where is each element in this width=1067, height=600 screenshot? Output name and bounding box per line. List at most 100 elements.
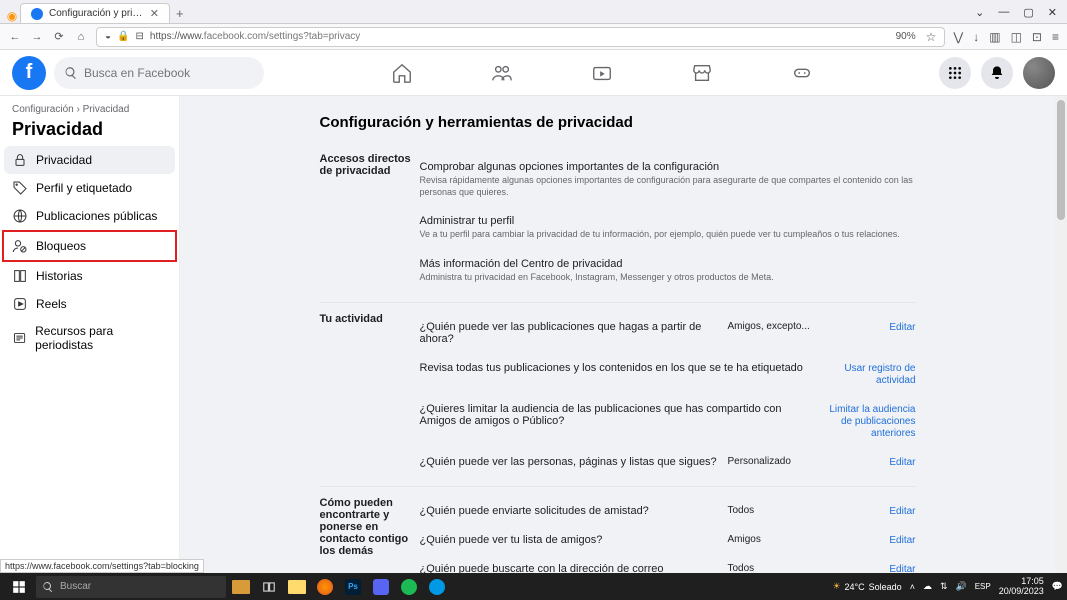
account-avatar[interactable] (1023, 57, 1055, 89)
setting-row[interactable]: Más información del Centro de privacidad… (420, 250, 916, 292)
taskbar-clock[interactable]: 17:05 20/09/2023 (999, 577, 1044, 597)
menu-grid-button[interactable] (939, 57, 971, 89)
row-action-link[interactable]: Editar (889, 564, 915, 573)
sidebar-item-periodistas[interactable]: Recursos para periodistas (4, 318, 175, 358)
address-bar[interactable]: ◒ 🔒 ⊟ https://www.https://www.facebook.c… (96, 27, 945, 47)
sidebar-item-publicaciones[interactable]: Publicaciones públicas (4, 202, 175, 230)
taskbar-taskview-icon[interactable] (256, 574, 282, 599)
sidebar-item-label: Privacidad (36, 153, 92, 167)
pocket-icon[interactable]: ⋁ (953, 30, 963, 44)
reload-button[interactable]: ⟳ (52, 30, 66, 43)
row-action-link[interactable]: Limitar la audiencia de publicaciones an… (829, 404, 915, 439)
scrollbar[interactable] (1055, 96, 1067, 573)
taskbar-firefox-icon[interactable] (312, 574, 338, 599)
row-title: Administrar tu perfil (420, 215, 916, 227)
sidebar-item-bloqueos[interactable]: Bloqueos (2, 230, 177, 262)
account-icon[interactable]: ⊡ (1032, 30, 1042, 44)
setting-row[interactable]: ¿Quieres limitar la audiencia de las pub… (420, 395, 916, 448)
scroll-thumb[interactable] (1057, 100, 1065, 220)
setting-row[interactable]: Administrar tu perfil Ve a tu perfil para… (420, 207, 916, 250)
chevron-down-icon[interactable]: ⌄ (975, 6, 984, 19)
setting-row[interactable]: ¿Quién puede enviarte solicitudes de ami… (420, 497, 916, 526)
nav-friends[interactable] (482, 53, 522, 93)
setting-row[interactable]: ¿Quién puede ver tu lista de amigos?Amig… (420, 526, 916, 555)
row-value: Todos (728, 505, 818, 516)
search-input[interactable] (84, 66, 254, 80)
row-action-link[interactable]: Editar (889, 322, 915, 333)
home-button[interactable]: ⌂ (74, 31, 88, 43)
taskbar-photoshop-icon[interactable]: Ps (340, 574, 366, 599)
row-subtitle: Ve a tu perfil para cambiar la privacida… (420, 229, 916, 241)
row-value: Personalizado (728, 456, 818, 467)
browser-tab[interactable]: Configuración y privacidad | F ✕ (20, 3, 170, 23)
taskbar-folder-icon[interactable] (228, 574, 254, 599)
setting-row[interactable]: Comprobar algunas opciones importantes d… (420, 153, 916, 207)
sidebar-item-perfil[interactable]: Perfil y etiquetado (4, 174, 175, 202)
downloads-icon[interactable]: ↓ (973, 30, 979, 44)
start-button[interactable] (4, 574, 34, 599)
back-button[interactable]: ← (8, 31, 22, 43)
nav-watch[interactable] (582, 53, 622, 93)
taskbar-spotify-icon[interactable] (396, 574, 422, 599)
maximize-icon[interactable]: ▢ (1023, 6, 1033, 19)
tray-onedrive-icon[interactable]: ☁ (923, 581, 932, 592)
taskbar-app-icon[interactable] (368, 574, 394, 599)
notifications-button[interactable] (981, 57, 1013, 89)
nav-home[interactable] (382, 53, 422, 93)
taskbar-weather[interactable]: ☀ 24°C Soleado (832, 581, 901, 592)
breadcrumb[interactable]: Configuración › Privacidad (4, 102, 175, 117)
row-action-link[interactable]: Usar registro de actividad (844, 363, 915, 386)
sidebar-item-label: Historias (36, 269, 83, 283)
library-icon[interactable]: ▥ (989, 30, 1000, 44)
nav-marketplace[interactable] (682, 53, 722, 93)
row-title: Más información del Centro de privacidad (420, 258, 916, 270)
tab-title: Configuración y privacidad | F (49, 8, 144, 19)
facebook-search[interactable] (54, 57, 264, 89)
taskbar-explorer-icon[interactable] (284, 574, 310, 599)
clock-date: 20/09/2023 (999, 587, 1044, 597)
setting-row[interactable]: ¿Quién puede ver las personas, páginas y… (420, 448, 916, 476)
taskbar-app2-icon[interactable] (424, 574, 450, 599)
row-title: Revisa todas tus publicaciones y los con… (420, 362, 818, 374)
windows-taskbar: Buscar Ps ☀ 24°C Soleado ˄ ☁ ⇅ 🔊 ESP 17:… (0, 573, 1067, 600)
facebook-logo[interactable]: f (12, 56, 46, 90)
setting-row[interactable]: ¿Quién puede ver las publicaciones que h… (420, 313, 916, 354)
row-action-link[interactable]: Editar (889, 457, 915, 468)
section-label: Cómo pueden encontrarte y ponerse en con… (320, 497, 420, 573)
new-tab-button[interactable]: + (170, 4, 190, 23)
forward-button[interactable]: → (30, 31, 44, 43)
nav-gaming[interactable] (782, 53, 822, 93)
setting-row[interactable]: ¿Quién puede buscarte con la dirección d… (420, 555, 916, 573)
browser-toolbar: ← → ⟳ ⌂ ◒ 🔒 ⊟ https://www.https://www.fa… (0, 24, 1067, 50)
weather-cond: Soleado (869, 582, 902, 592)
row-subtitle: Revisa rápidamente algunas opciones impo… (420, 175, 916, 198)
close-icon[interactable]: ✕ (1048, 6, 1057, 19)
permission-icon: ⊟ (136, 31, 144, 42)
row-value: Amigos, excepto... (728, 321, 818, 332)
sidebar-item-privacidad[interactable]: Privacidad (4, 146, 175, 174)
row-title: ¿Quieres limitar la audiencia de las pub… (420, 403, 818, 427)
taskbar-search[interactable]: Buscar (36, 576, 226, 598)
sidebar-item-historias[interactable]: Historias (4, 262, 175, 290)
sidebar-item-label: Bloqueos (36, 239, 86, 253)
extension-icon[interactable]: ◫ (1011, 30, 1022, 44)
tray-chevron-icon[interactable]: ˄ (910, 582, 915, 592)
sidebar-item-reels[interactable]: Reels (4, 290, 175, 318)
sidebar-item-label: Perfil y etiquetado (36, 181, 132, 195)
row-title: ¿Quién puede ver las personas, páginas y… (420, 456, 720, 468)
url-text: https://www.https://www.facebook.com/set… (150, 31, 886, 42)
zoom-level[interactable]: 90% (892, 31, 920, 42)
setting-row[interactable]: Revisa todas tus publicaciones y los con… (420, 354, 916, 395)
bookmark-star-icon[interactable]: ☆ (926, 30, 937, 44)
hamburger-icon[interactable]: ≡ (1052, 30, 1059, 44)
minimize-icon[interactable]: — (998, 6, 1009, 18)
row-action-link[interactable]: Editar (889, 535, 915, 546)
tray-wifi-icon[interactable]: ⇅ (940, 581, 948, 592)
row-action-link[interactable]: Editar (889, 506, 915, 517)
tray-volume-icon[interactable]: 🔊 (956, 581, 967, 592)
tray-notifications-icon[interactable]: 💬 (1052, 581, 1063, 592)
row-title: ¿Quién puede ver las publicaciones que h… (420, 321, 720, 345)
page-title: Configuración y herramientas de privacid… (320, 108, 916, 143)
tray-lang[interactable]: ESP (975, 582, 991, 591)
tab-close-icon[interactable]: ✕ (150, 7, 159, 20)
